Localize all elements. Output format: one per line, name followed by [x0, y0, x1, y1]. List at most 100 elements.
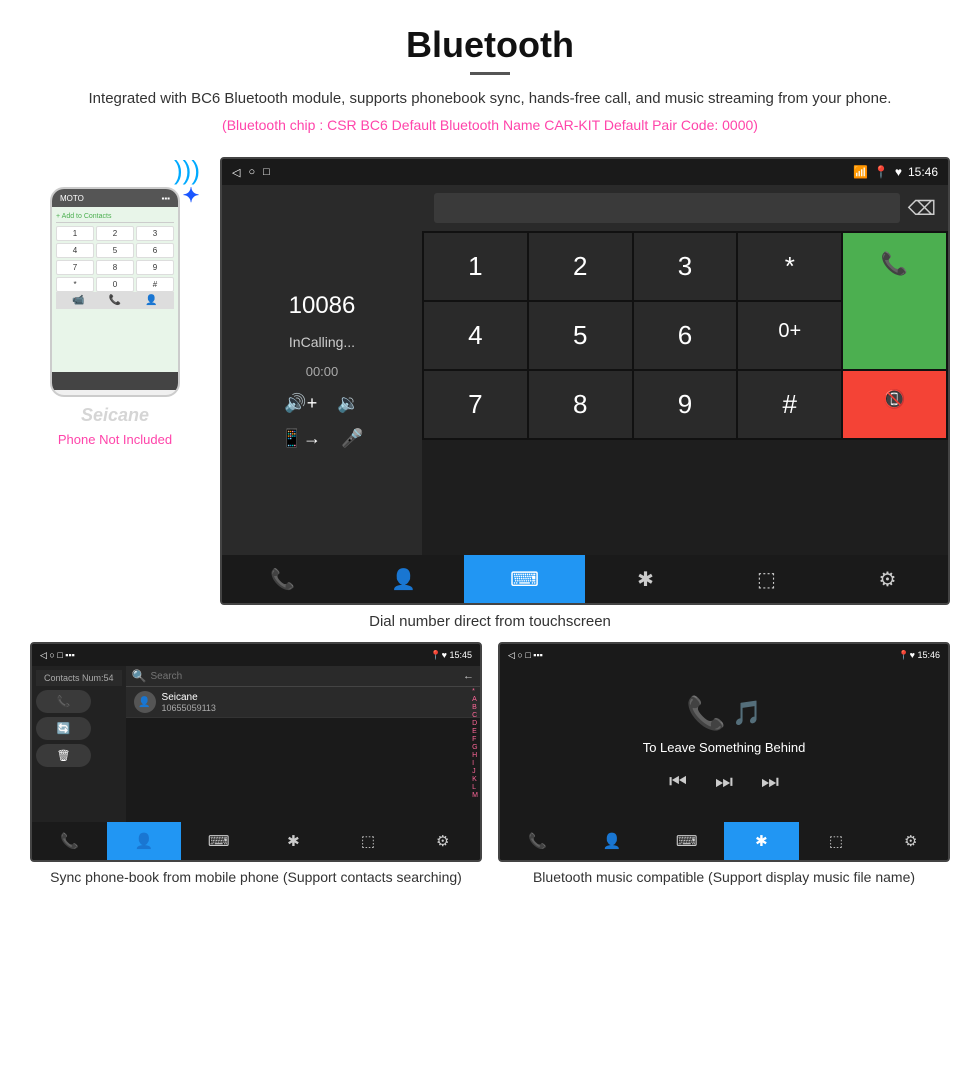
dial-input-row: ⌫: [422, 185, 948, 231]
key-6[interactable]: 6: [634, 302, 737, 369]
volume-up-icon[interactable]: 🔊+: [284, 393, 317, 414]
phone-key-6[interactable]: 6: [136, 243, 174, 258]
phone-key-3[interactable]: 3: [136, 226, 174, 241]
key-5[interactable]: 5: [529, 302, 632, 369]
phone-screen: + Add to Contacts 1 2 3 4 5 6 7 8 9 * 0 …: [52, 207, 178, 372]
pb-search-input[interactable]: [150, 671, 459, 682]
music-controls: ⏮ ⏭ ⏭: [669, 771, 779, 794]
music-tab-phone[interactable]: 📞: [500, 822, 575, 860]
phone-key-5[interactable]: 5: [96, 243, 134, 258]
music-transfer-tab-icon: ⬚: [829, 832, 843, 850]
bluetooth-symbol-icon: ✦: [182, 183, 200, 208]
tab-transfer[interactable]: ⬚: [706, 555, 827, 603]
phonebook-screen: ◁ ○ □ ▪▪▪ 📍♥ 15:45 Contacts Num:54 📞 🔄 🗑…: [30, 642, 482, 862]
seicane-watermark: Seicane: [81, 405, 149, 426]
music-tab-settings[interactable]: ⚙: [873, 822, 948, 860]
key-star[interactable]: *: [738, 233, 841, 300]
status-right-icons: 📶 📍 ♥ 15:46: [853, 165, 938, 179]
phone-video-icon: 📹: [72, 295, 84, 306]
music-status-bar: ◁ ○ □ ▪▪▪ 📍♥ 15:46: [500, 644, 948, 666]
bluetooth-tab-icon: ✱: [637, 567, 654, 592]
pb-alpha-m: M: [472, 792, 478, 799]
pb-call-btn[interactable]: 📞: [36, 690, 91, 713]
key-hash[interactable]: #: [738, 371, 841, 438]
phone-key-7[interactable]: 7: [56, 260, 94, 275]
pb-left-panel: Contacts Num:54 📞 🔄 🗑: [32, 666, 126, 822]
phone-call-icon: 📞: [109, 295, 121, 306]
pb-tab-phone[interactable]: 📞: [32, 822, 107, 860]
music-tab-bt[interactable]: ✱: [724, 822, 799, 860]
pb-tab-contacts[interactable]: 👤: [107, 822, 182, 860]
pb-contact-item[interactable]: 👤 Seicane 10655059113: [126, 687, 480, 718]
pb-delete-btn[interactable]: 🗑: [36, 744, 91, 767]
end-call-button[interactable]: 📵: [843, 371, 946, 438]
home-nav-icon: ○: [248, 166, 255, 178]
phone-key-9[interactable]: 9: [136, 260, 174, 275]
android-screen-large: ◁ ○ □ 📶 📍 ♥ 15:46 10086 InCalling... 00:…: [220, 157, 950, 605]
mic-icon[interactable]: 🎤: [341, 428, 363, 449]
pb-tab-transfer[interactable]: ⬚: [331, 822, 406, 860]
pb-status-bar: ◁ ○ □ ▪▪▪ 📍♥ 15:45: [32, 644, 480, 666]
phone-add-contacts: + Add to Contacts: [56, 211, 174, 223]
tab-phone[interactable]: 📞: [222, 555, 343, 603]
pb-tab-keypad[interactable]: ⌨: [181, 822, 256, 860]
pb-main-content: Contacts Num:54 📞 🔄 🗑 🔍 ← 👤 S: [32, 666, 480, 822]
phone-key-0[interactable]: 0: [96, 277, 134, 292]
music-caption: Bluetooth music compatible (Support disp…: [498, 862, 950, 894]
key-9[interactable]: 9: [634, 371, 737, 438]
play-pause-icon[interactable]: ⏭: [715, 771, 733, 794]
tab-contacts[interactable]: 👤: [343, 555, 464, 603]
key-3[interactable]: 3: [634, 233, 737, 300]
pb-search-row: 🔍 ←: [126, 666, 480, 687]
phone-key-8[interactable]: 8: [96, 260, 134, 275]
key-4[interactable]: 4: [424, 302, 527, 369]
music-tab-contacts[interactable]: 👤: [575, 822, 650, 860]
phone-carrier: MOTO: [60, 194, 84, 203]
clock-large: 15:46: [908, 165, 938, 179]
location-icon: 📍: [874, 165, 889, 179]
keypad-tab-icon: ⌨: [510, 567, 539, 592]
music-tab-transfer[interactable]: ⬚: [799, 822, 874, 860]
pb-sync-btn[interactable]: 🔄: [36, 717, 91, 740]
tab-bluetooth[interactable]: ✱: [585, 555, 706, 603]
dial-display-number: 10086: [289, 292, 356, 320]
tab-keypad[interactable]: ⌨: [464, 555, 585, 603]
music-tab-keypad[interactable]: ⌨: [649, 822, 724, 860]
transfer-icon[interactable]: 📱→: [281, 428, 321, 449]
transfer-mic-controls: 📱→ 🎤: [281, 428, 364, 449]
key-1[interactable]: 1: [424, 233, 527, 300]
key-2[interactable]: 2: [529, 233, 632, 300]
pb-transfer-icon: ⬚: [361, 832, 375, 850]
backspace-icon[interactable]: ⌫: [908, 196, 936, 221]
keypad-grid: 1 2 3 * 📞 4 5 6 0+ 7 8 9 # 📵: [422, 231, 948, 440]
phonebook-caption: Sync phone-book from mobile phone (Suppo…: [30, 862, 482, 894]
tab-settings[interactable]: ⚙: [827, 555, 948, 603]
music-song-title: To Leave Something Behind: [643, 740, 806, 755]
music-bottom-bar: 📞 👤 ⌨ ✱ ⬚ ⚙: [500, 822, 948, 860]
pb-alpha-j: J: [472, 768, 478, 775]
phone-key-hash[interactable]: #: [136, 277, 174, 292]
android-status-bar: ◁ ○ □ 📶 📍 ♥ 15:46: [222, 159, 948, 185]
volume-down-icon[interactable]: 🔉: [337, 393, 359, 414]
key-7[interactable]: 7: [424, 371, 527, 438]
dial-input-field[interactable]: [434, 193, 900, 223]
pb-tab-bt[interactable]: ✱: [256, 822, 331, 860]
recents-nav-icon: □: [263, 166, 270, 178]
call-button[interactable]: 📞: [843, 233, 946, 369]
phone-key-star[interactable]: *: [56, 277, 94, 292]
music-settings-tab-icon: ⚙: [904, 832, 917, 850]
phone-keypad: 1 2 3 4 5 6 7 8 9 * 0 #: [56, 226, 174, 292]
pb-status-right: 📍♥ 15:45: [430, 650, 472, 661]
next-track-icon[interactable]: ⏭: [761, 771, 779, 794]
phone-key-4[interactable]: 4: [56, 243, 94, 258]
phone-key-1[interactable]: 1: [56, 226, 94, 241]
phone-key-2[interactable]: 2: [96, 226, 134, 241]
prev-track-icon[interactable]: ⏮: [669, 771, 687, 794]
pb-tab-settings[interactable]: ⚙: [405, 822, 480, 860]
pb-alpha-star: *: [472, 688, 478, 695]
calling-timer: 00:00: [306, 364, 339, 379]
key-8[interactable]: 8: [529, 371, 632, 438]
music-phone-icon: 📞: [686, 694, 726, 732]
key-0plus[interactable]: 0+: [738, 302, 841, 369]
music-contacts-tab-icon: 👤: [603, 832, 622, 850]
